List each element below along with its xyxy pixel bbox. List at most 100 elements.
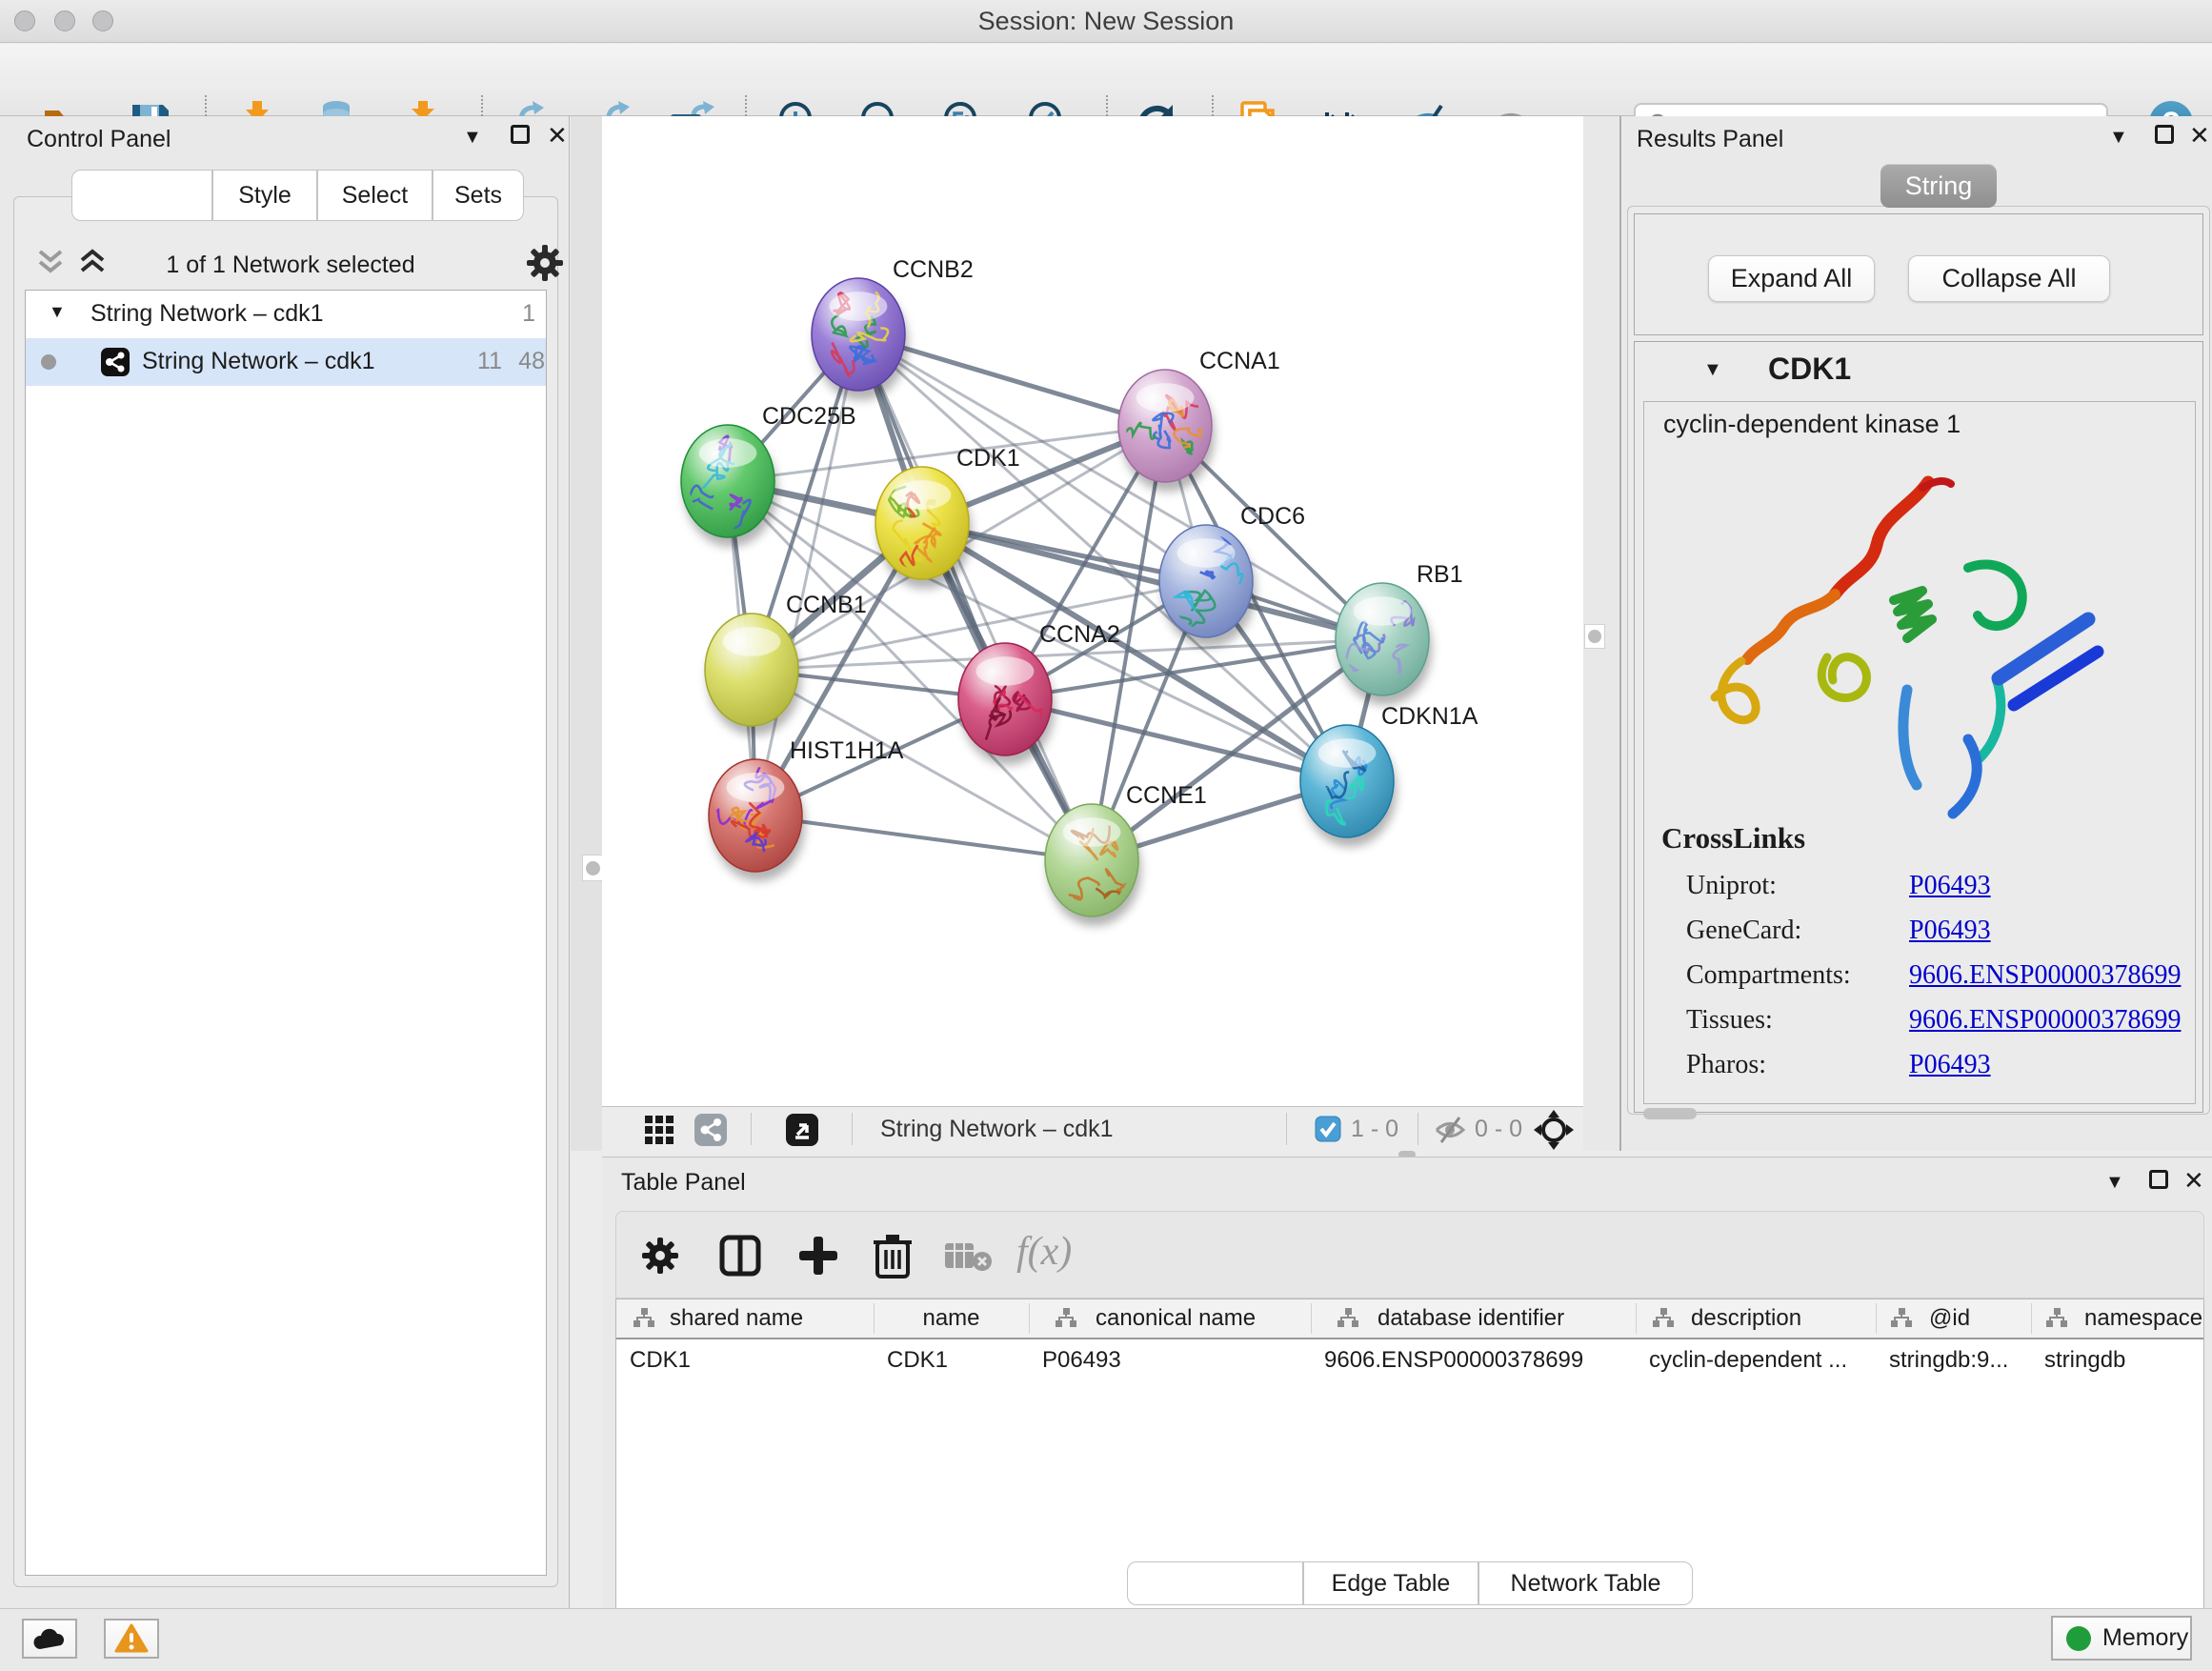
node-label-HIST1H1A: HIST1H1A [790, 737, 904, 764]
node-label-CDK1: CDK1 [956, 445, 1020, 472]
cloud-status-button[interactable] [22, 1619, 77, 1659]
hidden-eye-icon[interactable] [1433, 1114, 1467, 1146]
collapse-all-icon[interactable] [34, 248, 67, 276]
tab-select-label: Select [342, 182, 408, 210]
column-label: name [922, 1305, 979, 1332]
column-header-name[interactable]: name [874, 1299, 1029, 1338]
tab-select[interactable]: Select [317, 170, 432, 221]
crosslink-link[interactable]: P06493 [1909, 1050, 1991, 1080]
left-splitter-handle[interactable] [582, 855, 603, 881]
tab-sets[interactable]: Sets [432, 170, 524, 221]
network-graph[interactable]: CCNB2CCNA1CDC25BCDK1CDC6RB1CCNB1CCNA2CDK… [602, 116, 1583, 1106]
control-panel-float-icon[interactable] [511, 125, 530, 144]
gene-description: cyclin-dependent kinase 1 [1663, 410, 1961, 439]
birds-eye-toggle-icon[interactable] [785, 1113, 819, 1147]
column-header-id[interactable]: @id [1876, 1299, 2031, 1338]
table-gear-icon[interactable] [641, 1237, 679, 1275]
results-panel-float-icon[interactable] [2155, 125, 2174, 144]
table-row[interactable]: CDK1 CDK1 P06493 9606.ENSP00000378699 cy… [616, 1341, 2204, 1379]
column-type-icon [2044, 1307, 2069, 1330]
add-column-icon[interactable] [797, 1235, 839, 1277]
cloud-icon [32, 1626, 67, 1651]
memory-status-dot [2066, 1626, 2091, 1651]
control-panel-menu-caret[interactable]: ▼ [463, 128, 482, 147]
protein-structure-image [1682, 455, 2130, 836]
crosslink-link-label: 9606.ENSP00000378699 [1909, 1005, 2181, 1035]
title-bar: Session: New Session [0, 0, 2212, 43]
table-panel-float-icon[interactable] [2149, 1170, 2168, 1189]
network-view-icon[interactable] [694, 1113, 728, 1147]
tab-string[interactable]: String [1880, 164, 1997, 208]
column-header-namespace[interactable]: namespace [2031, 1299, 2204, 1338]
crosslink-label: GeneCard: [1686, 916, 1801, 945]
tab-edge-table[interactable]: Edge Table [1303, 1561, 1478, 1605]
node-CCNE1[interactable]: CCNE1 [1045, 782, 1207, 926]
node-RB1[interactable]: RB1 [1336, 561, 1463, 705]
expand-all-button[interactable]: Expand All [1708, 255, 1875, 302]
column-header-description[interactable]: description [1636, 1299, 1876, 1338]
selected-counts: 1 - 0 [1351, 1116, 1398, 1143]
tab-network-table[interactable]: Network Table [1478, 1561, 1693, 1605]
network-row-selected[interactable]: String Network – cdk1 11 48 [26, 338, 546, 386]
column-label: namespace [2084, 1305, 2202, 1332]
tab-network[interactable]: Network [71, 170, 212, 221]
results-hscrollbar[interactable] [1643, 1108, 1697, 1119]
column-header-shared-name[interactable]: shared name [616, 1299, 874, 1338]
crosslink-link[interactable]: 9606.ENSP00000378699 [1909, 1005, 2181, 1036]
table-toolbar: f(x) [615, 1211, 2204, 1299]
crosslink-link[interactable]: 9606.ENSP00000378699 [1909, 960, 2181, 991]
gear-icon[interactable] [526, 244, 564, 282]
results-panel-menu-caret[interactable]: ▼ [2109, 128, 2128, 147]
show-columns-icon[interactable] [719, 1235, 761, 1277]
results-panel-close-icon[interactable]: ✕ [2189, 123, 2210, 148]
warning-status-button[interactable] [104, 1619, 159, 1659]
crosslink-row: GeneCard: [1686, 916, 1801, 946]
crosslink-link[interactable]: P06493 [1909, 916, 1991, 946]
left-splitter[interactable] [571, 116, 602, 1151]
table-panel-close-icon[interactable]: ✕ [2183, 1168, 2204, 1193]
crosslink-link[interactable]: P06493 [1909, 871, 1991, 901]
selected-checkbox-icon[interactable] [1315, 1116, 1341, 1142]
column-header-database-identifier[interactable]: database identifier [1311, 1299, 1636, 1338]
control-panel-title: Control Panel [27, 126, 171, 153]
hidden-counts: 0 - 0 [1475, 1116, 1522, 1143]
crosslink-label: Pharos: [1686, 1050, 1766, 1079]
crosslink-link-label: P06493 [1909, 1050, 1991, 1079]
fit-content-crosshair-icon[interactable] [1534, 1110, 1574, 1150]
expand-all-icon[interactable] [76, 248, 109, 276]
node-HIST1H1A[interactable]: HIST1H1A [709, 737, 904, 881]
node-CDKN1A[interactable]: CDKN1A [1300, 703, 1478, 847]
tab-style[interactable]: Style [212, 170, 317, 221]
gene-expander-icon[interactable]: ▼ [1703, 359, 1722, 381]
memory-button[interactable]: Memory [2051, 1616, 2192, 1661]
gene-detail-box: cyclin-dependent kinase 1 [1643, 401, 2196, 1104]
statusbar-separator [852, 1113, 853, 1145]
column-label: shared name [670, 1305, 803, 1332]
node-label-CDC6: CDC6 [1240, 503, 1305, 530]
grid-mode-icon[interactable] [644, 1115, 674, 1145]
node-CCNB2[interactable]: CCNB2 [812, 256, 974, 400]
crosslink-row: Compartments: [1686, 960, 1851, 991]
node-label-CCNA2: CCNA2 [1039, 621, 1120, 648]
column-header-canonical-name[interactable]: canonical name [1029, 1299, 1311, 1338]
cell-id: stringdb:9... [1889, 1341, 2030, 1379]
node-CDC6[interactable]: CDC6 [1159, 503, 1305, 647]
column-label: database identifier [1377, 1305, 1564, 1332]
network-collection-row[interactable]: ▼ String Network – cdk1 1 [26, 291, 546, 338]
right-splitter[interactable] [1583, 116, 1619, 1151]
gene-name: CDK1 [1768, 352, 1851, 387]
collapse-all-button[interactable]: Collapse All [1908, 255, 2110, 302]
tab-node-table[interactable]: Node Table [1127, 1561, 1303, 1605]
table-panel-menu-caret[interactable]: ▼ [2105, 1173, 2124, 1192]
tree-expander-icon[interactable]: ▼ [49, 302, 66, 322]
tab-sets-label: Sets [454, 182, 502, 210]
results-panel-title: Results Panel [1637, 126, 1783, 153]
right-splitter-handle[interactable] [1584, 624, 1605, 649]
delete-column-trash-icon[interactable] [872, 1233, 914, 1278]
network-canvas[interactable]: CCNB2CCNA1CDC25BCDK1CDC6RB1CCNB1CCNA2CDK… [602, 116, 1583, 1106]
node-CCNA1[interactable]: CCNA1 [1118, 348, 1280, 492]
cell-namespace: stringdb [2044, 1341, 2202, 1379]
crosslink-label: Uniprot: [1686, 871, 1777, 900]
crosslink-label: Compartments: [1686, 960, 1851, 990]
control-panel-close-icon[interactable]: ✕ [547, 123, 568, 148]
